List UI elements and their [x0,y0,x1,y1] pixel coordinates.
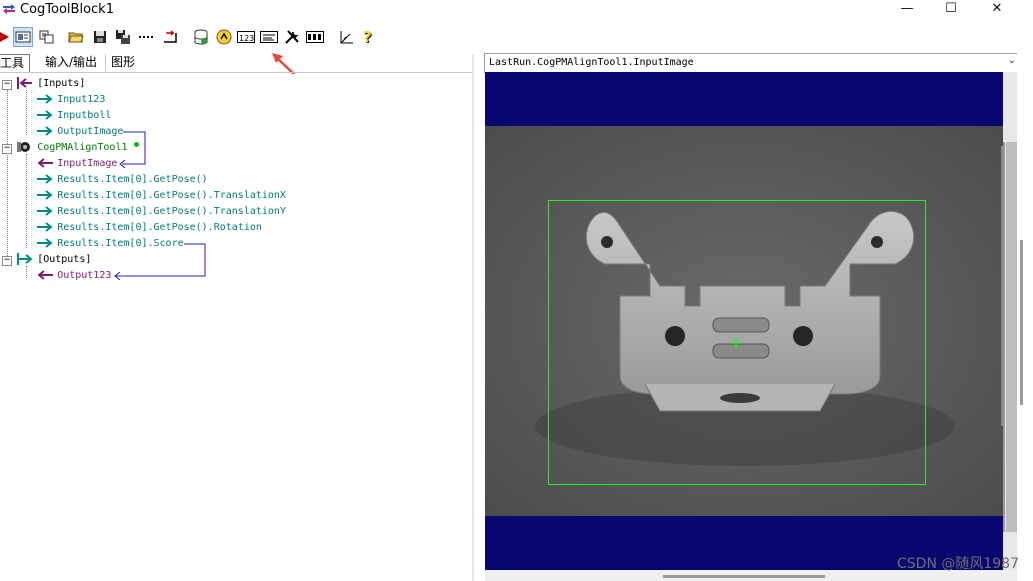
collapse-inputs-toggle[interactable]: − [2,80,12,90]
window-title: CogToolBlock1 [20,2,114,17]
text-icon[interactable] [259,27,279,47]
script-icon[interactable] [214,27,234,47]
close-button[interactable]: ✕ [974,0,1020,20]
image-display[interactable] [485,72,1003,570]
input-arrow-icon [37,270,53,280]
output-arrow-icon [37,190,53,200]
debug-icon[interactable] [305,27,325,47]
vertical-scrollbar[interactable] [1017,40,1033,581]
maximize-button[interactable]: ☐ [928,0,974,20]
accuracy-icon[interactable] [336,27,356,47]
output-arrow-icon [37,222,53,232]
tools-icon[interactable] [282,27,302,47]
link-connectors [114,131,206,281]
open-icon[interactable] [66,27,86,47]
tool-input-label: InputImage [57,158,118,169]
run-icon[interactable] [0,27,14,47]
outputs-header: [Outputs] [37,254,92,265]
minimize-button[interactable]: — [884,0,930,20]
inputs-header: [Inputs] [37,78,86,89]
svg-text:?: ? [363,29,372,45]
horizontal-scrollbar-thumb[interactable] [663,575,825,578]
pmalign-tool-icon [17,142,30,152]
toolbar: 123 ?? [0,25,1017,49]
tab-io[interactable]: 输入/输出 [40,54,102,71]
chevron-down-icon: ⌄ [1007,55,1016,66]
save-as-icon[interactable] [113,27,133,47]
save-icon[interactable] [90,27,110,47]
output-terminal-icon [17,253,33,265]
output-arrow-icon [37,110,53,120]
tab-graphics[interactable]: 图形 [105,54,140,71]
app-icon [3,4,15,14]
outputs-node[interactable]: [Outputs] [16,252,91,268]
tool-input-node[interactable]: InputImage [36,156,117,172]
input-arrow-icon [37,158,53,168]
show-io-icon[interactable] [13,27,33,47]
inputs-node[interactable]: [Inputs] [16,76,85,92]
input-node[interactable]: Inputboll [36,108,111,124]
image-source-value: LastRun.CogPMAlignTool1.InputImage [489,57,694,68]
collapse-outputs-toggle[interactable]: − [2,256,12,266]
output-arrow-icon [37,206,53,216]
output-arrow-icon [37,126,53,136]
watermark: CSDN @随风1987 [897,556,1019,572]
scrollbar-thumb[interactable] [1020,240,1023,405]
database-icon[interactable] [191,27,211,47]
tool-tree: − [Inputs] Input123 Inputboll OutputImag… [0,74,472,581]
output-label: Output123 [57,270,112,281]
output-arrow-icon [37,238,53,248]
result-crosshair-icon [730,337,742,349]
input-terminal-icon [17,77,32,89]
dots-icon[interactable] [137,27,157,47]
tab-tools[interactable]: 工具 [0,54,31,72]
title-bar: CogToolBlock1 — ☐ ✕ [0,0,1033,20]
collapse-tool-toggle[interactable]: − [2,144,12,154]
reset-icon[interactable] [160,27,180,47]
output-arrow-icon [37,94,53,104]
add-terminal-icon[interactable] [37,27,57,47]
input-node[interactable]: Input123 [36,92,105,108]
input-label: Inputboll [57,110,112,121]
input-label: Input123 [57,94,106,105]
value-icon[interactable]: 123 [236,27,256,47]
output-node[interactable]: Output123 [36,268,111,284]
image-source-select[interactable]: LastRun.CogPMAlignTool1.InputImage ⌄ [484,53,1019,73]
svg-text:123: 123 [239,34,254,43]
output-arrow-icon [37,174,53,184]
adjacent-window-strip [1003,72,1017,570]
panel-splitter[interactable] [472,54,474,581]
help-icon[interactable]: ?? [359,27,379,47]
tab-bar: 工具 输入/输出 图形 [0,54,473,73]
